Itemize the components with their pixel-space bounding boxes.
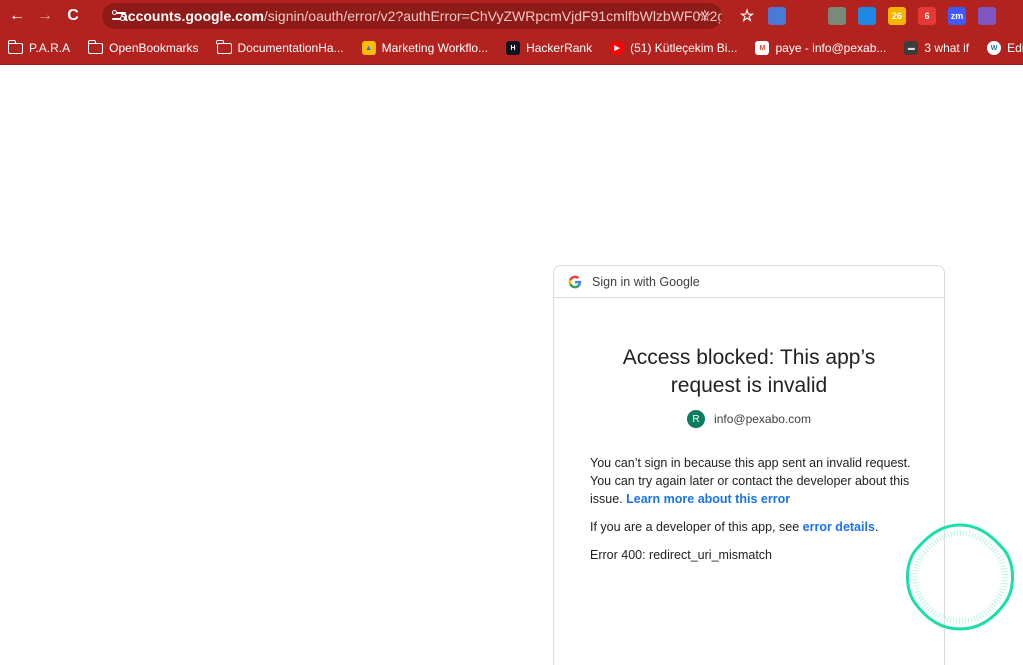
bookmark-label: DocumentationHa... (237, 41, 344, 55)
error-paragraph: You can’t sign in because this app sent … (590, 454, 914, 508)
bookmark-item[interactable]: OpenBookmarks (87, 39, 199, 55)
sign-in-card: Sign in with Google Access blocked: This… (553, 265, 945, 665)
cursor-highlight-ring (906, 523, 1014, 631)
bookmark-item[interactable]: ▲ Marketing Workflo... (361, 41, 489, 55)
bookmark-label: paye - info@pexab... (775, 41, 887, 55)
bookmark-item[interactable]: Mpaye - info@pexab... (755, 41, 886, 55)
window-extension-icon[interactable] (798, 7, 816, 25)
developer-paragraph-end: . (874, 520, 879, 534)
bookmark-label: HackerRank (526, 41, 593, 55)
developer-paragraph: If you are a developer of this app, see … (590, 518, 914, 536)
card-header-title: Sign in with Google (592, 274, 700, 289)
bookmark-item[interactable]: ▬ 3 what if (904, 41, 969, 55)
wordpress-icon: W (987, 41, 1002, 55)
bookmark-label: P.A.R.A (29, 41, 71, 55)
page-title: Access blocked: This app’s request is in… (622, 346, 876, 397)
tag-extension-icon[interactable]: 6 (918, 7, 936, 25)
gear-extension-icon[interactable] (978, 7, 996, 25)
bookmark-item[interactable]: H HackerRank (506, 41, 592, 55)
folder-icon (7, 39, 23, 54)
bookmark-label: Edit Post ‹ Rifat (1007, 41, 1023, 55)
bookmark-item[interactable]: P.A.R.A (7, 39, 71, 55)
photo-extension-icon[interactable] (828, 7, 846, 25)
blue-circle-extension-icon[interactable] (858, 7, 876, 25)
bookmark-label: Marketing Workflo... (381, 41, 489, 55)
bookmark-star-icon[interactable]: ☆ (698, 6, 712, 26)
address-bar[interactable]: accounts.google.com/signin/oauth/error/v… (102, 3, 722, 29)
calendar-extension-icon[interactable] (768, 7, 786, 25)
account-chip[interactable]: R info@pexabo.com (554, 410, 944, 428)
bookmarks-bar: P.A.R.A OpenBookmarks DocumentationHa... ▲ M… (0, 32, 1023, 65)
folder-icon (87, 39, 104, 54)
learn-more-link[interactable]: Learn more about this error (626, 492, 790, 506)
bookmark-star-icon[interactable]: ☆ (738, 7, 756, 25)
bookmark-label: 3 what if (924, 41, 970, 55)
forward-arrow-icon[interactable]: → (34, 5, 56, 27)
film-icon: ▬ (904, 41, 919, 55)
error-code: Error 400: redirect_uri_mismatch (590, 548, 773, 562)
youtube-icon: ▶ (610, 41, 625, 55)
error-description: You can’t sign in because this app sent … (554, 454, 944, 564)
account-email: info@pexabo.com (714, 412, 811, 426)
error-details-link[interactable]: error details (803, 520, 875, 534)
url-path: /signin/oauth/error/v2?authError=ChVyZWR… (263, 8, 722, 24)
developer-paragraph-text: If you are a developer of this app, see (590, 520, 800, 534)
drive-icon: ▲ (361, 41, 376, 55)
bookmark-item[interactable]: ▶ (51) Kütleçekim Bi... (610, 41, 737, 55)
bookmark-label: OpenBookmarks (109, 41, 199, 55)
avatar: R (687, 410, 706, 428)
gmail-icon: M (755, 41, 770, 55)
browser-toolbar: ← → C accounts.google.com/signin/oauth/e… (0, 0, 1023, 32)
google-logo-icon (568, 275, 582, 288)
hackerrank-icon: H (506, 41, 521, 55)
extensions-area: ☆ 26 6 zm (738, 5, 1008, 27)
calendar-26-extension-icon[interactable]: 26 (888, 7, 906, 25)
bookmark-label: (51) Kütleçekim Bi... (630, 41, 738, 55)
bookmark-item[interactable]: W Edit Post ‹ Rifat (987, 41, 1023, 55)
card-header: Sign in with Google (554, 266, 944, 298)
back-arrow-icon[interactable]: ← (6, 5, 28, 27)
folder-icon (216, 39, 232, 54)
bookmark-item[interactable]: DocumentationHa... (216, 39, 344, 55)
zoom-extension-icon[interactable]: zm (948, 7, 966, 25)
url-host: accounts.google.com (120, 8, 264, 24)
reload-icon[interactable]: C (62, 5, 84, 27)
